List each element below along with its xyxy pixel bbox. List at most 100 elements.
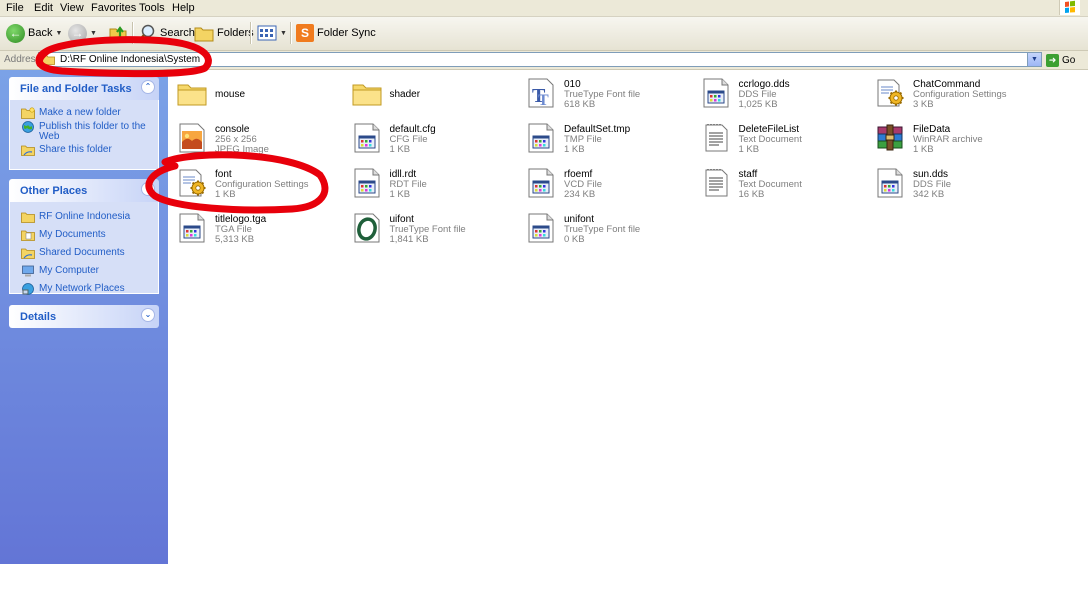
collapse-chevron-icon[interactable]: ⌃ (141, 80, 155, 94)
file-size: JPEG Image (215, 144, 269, 155)
place-my-computer[interactable]: My Computer (10, 262, 158, 280)
search-button[interactable]: Search (137, 21, 195, 45)
other-places-header[interactable]: Other Places ⌃ (9, 179, 159, 202)
up-folder-icon (109, 26, 127, 42)
network-icon (22, 283, 34, 295)
folder-sync-button[interactable]: S Folder Sync (296, 21, 376, 45)
address-label: Address (4, 54, 41, 65)
folders-button[interactable]: Folders (194, 21, 254, 45)
forward-button[interactable]: → ▼ (68, 21, 97, 45)
views-dropdown-icon[interactable]: ▼ (280, 30, 287, 37)
back-button[interactable]: ← Back ▼ (6, 21, 62, 45)
place-my-network-places[interactable]: My Network Places (10, 280, 158, 298)
file-item-filedata[interactable]: FileData WinRAR archive 1 KB (868, 118, 1040, 160)
file-size: 342 KB (913, 189, 945, 200)
file-item-shader[interactable]: shader (345, 73, 517, 115)
file-item-default-cfg[interactable]: default.cfg CFG File 1 KB (345, 118, 517, 160)
menu-view[interactable]: View (60, 2, 84, 14)
file-item-010[interactable]: T T 010 TrueType Font file 618 KB (519, 73, 691, 115)
menu-favorites[interactable]: Favorites (91, 2, 136, 14)
place-rf-online-indonesia[interactable]: RF Online Indonesia (10, 208, 158, 226)
task-pane: File and Folder Tasks ⌃ Make a new folde… (0, 70, 168, 564)
menu-tools[interactable]: Tools (139, 2, 165, 14)
file-size: 618 KB (564, 99, 596, 110)
folder-icon (21, 212, 35, 223)
file-item-idll-rdt[interactable]: idll.rdt RDT File 1 KB (345, 163, 517, 205)
truetype-icon: TT (525, 77, 557, 109)
forward-dropdown-icon[interactable]: ▼ (90, 30, 97, 37)
file-item-sun-dds[interactable]: sun.dds DDS File 342 KB (868, 163, 1040, 205)
shared-documents-icon (21, 248, 35, 259)
file-size: 1 KB (389, 144, 411, 155)
task-make-new-folder[interactable]: Make a new folder (10, 106, 158, 120)
details-panel: Details ⌄ (9, 305, 159, 328)
folder-icon (176, 77, 208, 109)
folder-icon (351, 77, 383, 109)
file-size: 1,841 KB (389, 234, 429, 245)
toolbar-separator (132, 22, 133, 44)
menu-file[interactable]: File (6, 2, 24, 14)
file-item-ccrlogo-dds[interactable]: ccrlogo.dds DDS File 1,025 KB (694, 73, 866, 115)
task-share-folder[interactable]: Share this folder (10, 143, 158, 157)
place-my-documents[interactable]: My Documents (10, 226, 158, 244)
file-size: 1 KB (215, 189, 236, 200)
file-name: mouse (215, 89, 246, 100)
file-item-font[interactable]: font Configuration Settings 1 KB (170, 163, 342, 205)
menu-edit[interactable]: Edit (34, 2, 53, 14)
file-size: 1 KB (913, 144, 934, 155)
file-folder-tasks-panel: File and Folder Tasks ⌃ Make a new folde… (9, 77, 159, 170)
file-size: 5,313 KB (215, 234, 255, 245)
file-size: 1 KB (389, 189, 411, 200)
task-publish-folder[interactable]: Publish this folder to the Web (10, 120, 158, 143)
text-doc-icon (700, 167, 732, 199)
other-places-body: RF Online Indonesia My Documents Shared … (9, 202, 159, 295)
file-size: 234 KB (564, 189, 596, 200)
up-folder-button[interactable] (108, 21, 128, 45)
other-places-panel: Other Places ⌃ RF Online Indonesia My Do… (9, 179, 159, 295)
file-item-mouse[interactable]: mouse (170, 73, 342, 115)
toolbar-separator (250, 22, 251, 44)
expand-chevron-icon[interactable]: ⌄ (141, 308, 155, 322)
generic-file-icon (525, 167, 557, 199)
documents-icon (21, 230, 35, 241)
address-input[interactable]: D:\RF Online Indonesia\System ▼ (38, 52, 1042, 67)
windows-logo-icon (1059, 0, 1080, 15)
share-folder-icon (21, 145, 35, 156)
generic-file-icon (525, 212, 557, 244)
collapse-chevron-icon[interactable]: ⌃ (141, 182, 155, 196)
file-item-unifont[interactable]: unifont TrueType Font file 0 KB (519, 208, 691, 250)
toolbar-separator (290, 22, 291, 44)
file-size: 0 KB (564, 234, 585, 245)
file-size: 1 KB (564, 144, 585, 155)
views-button[interactable]: ▼ (257, 21, 287, 45)
toolbar: ← Back ▼ → ▼ Search Folders ▼ S Folder S… (0, 17, 1088, 51)
generic-file-icon (351, 122, 383, 154)
file-name: shader (389, 89, 421, 100)
file-folder-tasks-body: Make a new folder Publish this folder to… (9, 100, 159, 170)
place-shared-documents[interactable]: Shared Documents (10, 244, 158, 262)
folders-icon (194, 27, 214, 42)
generic-file-icon (700, 77, 732, 109)
file-item-defaultset-tmp[interactable]: DefaultSet.tmp TMP File 1 KB (519, 118, 691, 160)
file-view: mouse shader T T 010 TrueType Font file 618 KB… (168, 70, 1088, 564)
file-size: 16 KB (738, 189, 765, 200)
go-button[interactable]: ➜ Go (1046, 52, 1075, 68)
file-item-staff[interactable]: staff Text Document 16 KB (694, 163, 866, 205)
file-item-rfoemf[interactable]: rfoemf VCD File 234 KB (519, 163, 691, 205)
details-header[interactable]: Details ⌄ (9, 305, 159, 328)
file-folder-tasks-header[interactable]: File and Folder Tasks ⌃ (9, 77, 159, 100)
file-item-deletefilelist[interactable]: DeleteFileList Text Document 1 KB (694, 118, 866, 160)
address-path: D:\RF Online Indonesia\System (60, 54, 201, 65)
file-item-console[interactable]: console 256 x 256 JPEG Image (170, 118, 342, 160)
folder-icon (42, 55, 55, 65)
file-item-titlelogo-tga[interactable]: titlelogo.tga TGA File 5,313 KB (170, 208, 342, 250)
address-dropdown-icon[interactable]: ▼ (1027, 53, 1041, 66)
forward-arrow-icon: → (68, 23, 87, 43)
menu-help[interactable]: Help (172, 2, 195, 14)
back-dropdown-icon[interactable]: ▼ (55, 30, 62, 37)
file-item-uifont[interactable]: uifont TrueType Font file 1,841 KB (345, 208, 517, 250)
svg-text:T: T (538, 92, 549, 109)
file-item-chatcommand[interactable]: ChatCommand Configuration Settings 3 KB (868, 73, 1040, 115)
views-icon (257, 25, 277, 41)
menu-bar: File Edit View Favorites Tools Help (0, 0, 1088, 17)
